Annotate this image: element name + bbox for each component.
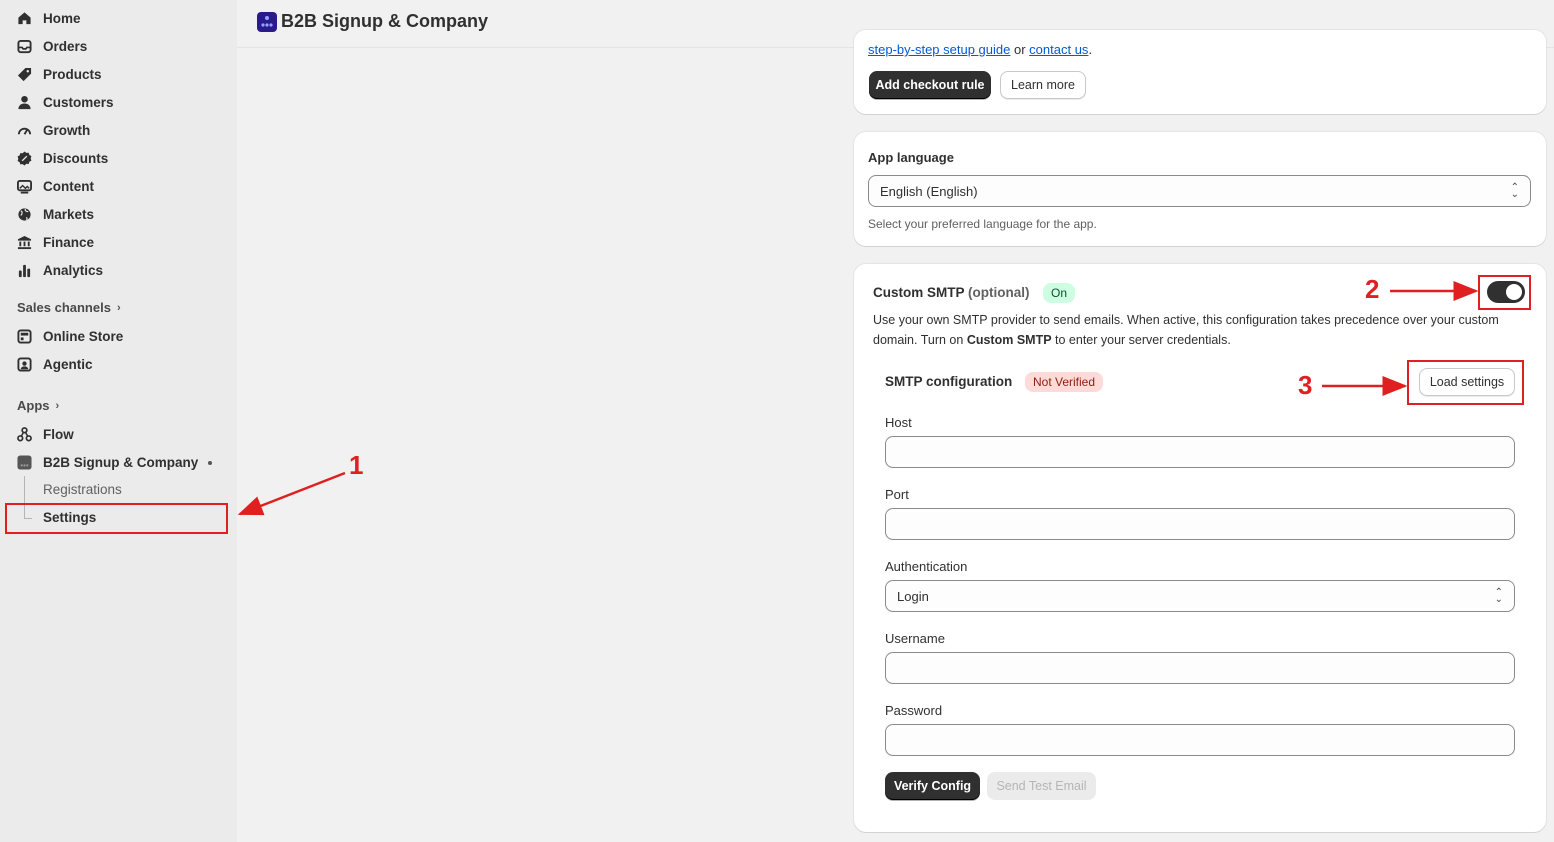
smtp-card-title: Custom SMTP (optional) — [873, 285, 1030, 300]
globe-icon — [17, 207, 32, 222]
sidebar-item-content[interactable]: Content — [17, 175, 94, 197]
agent-icon — [17, 356, 32, 372]
verification-status-badge: Not Verified — [1025, 372, 1104, 392]
sidebar-item-agentic[interactable]: Agentic — [17, 353, 93, 375]
apps-heading[interactable]: Apps › — [17, 398, 59, 413]
learn-more-button[interactable]: Learn more — [1000, 71, 1086, 99]
language-help-text: Select your preferred language for the a… — [868, 217, 1097, 231]
flow-icon — [17, 426, 32, 442]
annotation-number-3: 3 — [1298, 370, 1313, 400]
bar-chart-icon — [17, 263, 32, 278]
sidebar-item-label: Home — [43, 10, 81, 26]
sidebar-item-label: Content — [43, 178, 94, 194]
sidebar-item-label: Orders — [43, 38, 88, 54]
select-arrows-icon: ⌃ ⌄ — [1494, 587, 1503, 605]
smtp-description: Use your own SMTP provider to send email… — [873, 310, 1528, 350]
checkout-help-text: step-by-step setup guide or contact us. — [868, 42, 1092, 57]
sidebar-item-finance[interactable]: Finance — [17, 231, 94, 253]
sidebar-item-label: Products — [43, 66, 102, 82]
image-icon — [17, 179, 32, 194]
sidebar-item-markets[interactable]: Markets — [17, 203, 94, 225]
sidebar: Home Orders Products Customers Growth Di… — [0, 0, 237, 842]
sidebar-item-orders[interactable]: Orders — [17, 35, 87, 57]
app-logo-icon — [257, 12, 277, 32]
sidebar-item-label: Discounts — [43, 150, 109, 166]
sidebar-item-discounts[interactable]: Discounts — [17, 147, 108, 169]
setup-guide-link[interactable]: step-by-step setup guide — [868, 42, 1010, 57]
smtp-desc-bold: Custom SMTP — [966, 333, 1052, 347]
host-label: Host — [885, 415, 912, 430]
select-arrows-icon: ⌃ ⌄ — [1510, 182, 1519, 200]
sidebar-item-b2b-signup[interactable]: B2B Signup & Company — [17, 451, 198, 473]
password-input[interactable] — [885, 724, 1515, 756]
bank-icon — [17, 235, 32, 250]
home-icon — [17, 11, 32, 26]
send-test-email-button: Send Test Email — [987, 772, 1096, 800]
sales-channels-heading[interactable]: Sales channels › — [17, 300, 121, 315]
or-text: or — [1010, 42, 1030, 57]
annotation-box-load-settings — [1407, 360, 1524, 405]
app-language-title: App language — [868, 150, 954, 165]
contact-us-link[interactable]: contact us — [1029, 42, 1088, 57]
tag-icon — [17, 67, 32, 82]
sidebar-item-customers[interactable]: Customers — [17, 91, 114, 113]
chevron-right-icon: › — [116, 301, 121, 314]
username-input[interactable] — [885, 652, 1515, 684]
sidebar-subitem-registrations[interactable]: Registrations — [43, 482, 122, 497]
authentication-select[interactable]: Login ⌃ ⌄ — [885, 580, 1515, 612]
smtp-desc-part2: to enter your server credentials. — [1051, 333, 1231, 347]
chevron-right-icon: › — [55, 399, 60, 412]
port-input[interactable] — [885, 508, 1515, 540]
annotation-box-settings — [5, 503, 228, 534]
verify-config-button[interactable]: Verify Config — [885, 772, 980, 800]
smtp-config-title: SMTP configuration — [885, 374, 1013, 389]
app-icon — [17, 454, 32, 470]
sidebar-item-label: Customers — [43, 94, 114, 110]
checkout-rules-card: step-by-step setup guide or contact us. … — [854, 30, 1546, 114]
sidebar-item-online-store[interactable]: Online Store — [17, 325, 123, 347]
language-select-value: English (English) — [880, 183, 978, 199]
sidebar-item-label: Online Store — [43, 328, 124, 344]
sidebar-item-products[interactable]: Products — [17, 63, 102, 85]
port-label: Port — [885, 487, 909, 502]
annotation-box-toggle — [1478, 275, 1531, 310]
apps-label: Apps — [17, 398, 50, 413]
gauge-icon — [17, 123, 32, 138]
annotation-arrow-1 — [237, 471, 346, 516]
custom-smtp-card: Custom SMTP (optional) On Use your own S… — [854, 264, 1546, 832]
sidebar-item-label: Flow — [43, 426, 74, 442]
authentication-select-value: Login — [897, 588, 929, 604]
sidebar-item-growth[interactable]: Growth — [17, 119, 90, 141]
sidebar-item-flow[interactable]: Flow — [17, 423, 74, 445]
inbox-icon — [17, 39, 32, 54]
annotation-number-2: 2 — [1365, 274, 1380, 304]
sidebar-item-label: Markets — [43, 206, 95, 222]
authentication-label: Authentication — [885, 559, 968, 574]
person-icon — [17, 95, 32, 110]
sidebar-item-label: Finance — [43, 234, 95, 250]
sidebar-item-home[interactable]: Home — [17, 7, 81, 29]
store-icon — [17, 328, 32, 344]
password-label: Password — [885, 703, 943, 718]
smtp-title-text: Custom SMTP — [873, 285, 965, 300]
sidebar-item-label: Growth — [43, 122, 91, 138]
annotation-number-1: 1 — [349, 450, 364, 480]
sidebar-item-label: B2B Signup & Company — [43, 454, 199, 470]
sidebar-item-label: Analytics — [43, 262, 104, 278]
smtp-status-badge: On — [1043, 283, 1076, 303]
smtp-optional-text: (optional) — [968, 285, 1030, 300]
period-text: . — [1088, 42, 1093, 57]
username-label: Username — [885, 631, 945, 646]
app-language-card: App language English (English) ⌃ ⌄ Select… — [854, 132, 1546, 246]
page-title: B2B Signup & Company — [281, 11, 489, 31]
sidebar-item-analytics[interactable]: Analytics — [17, 259, 103, 281]
host-input[interactable] — [885, 436, 1515, 468]
add-checkout-rule-button[interactable]: Add checkout rule — [869, 71, 991, 99]
discount-icon — [17, 150, 32, 166]
unread-dot — [208, 461, 212, 465]
language-select[interactable]: English (English) ⌃ ⌄ — [868, 175, 1531, 207]
sidebar-item-label: Agentic — [43, 356, 93, 372]
sales-channels-label: Sales channels — [17, 300, 111, 315]
